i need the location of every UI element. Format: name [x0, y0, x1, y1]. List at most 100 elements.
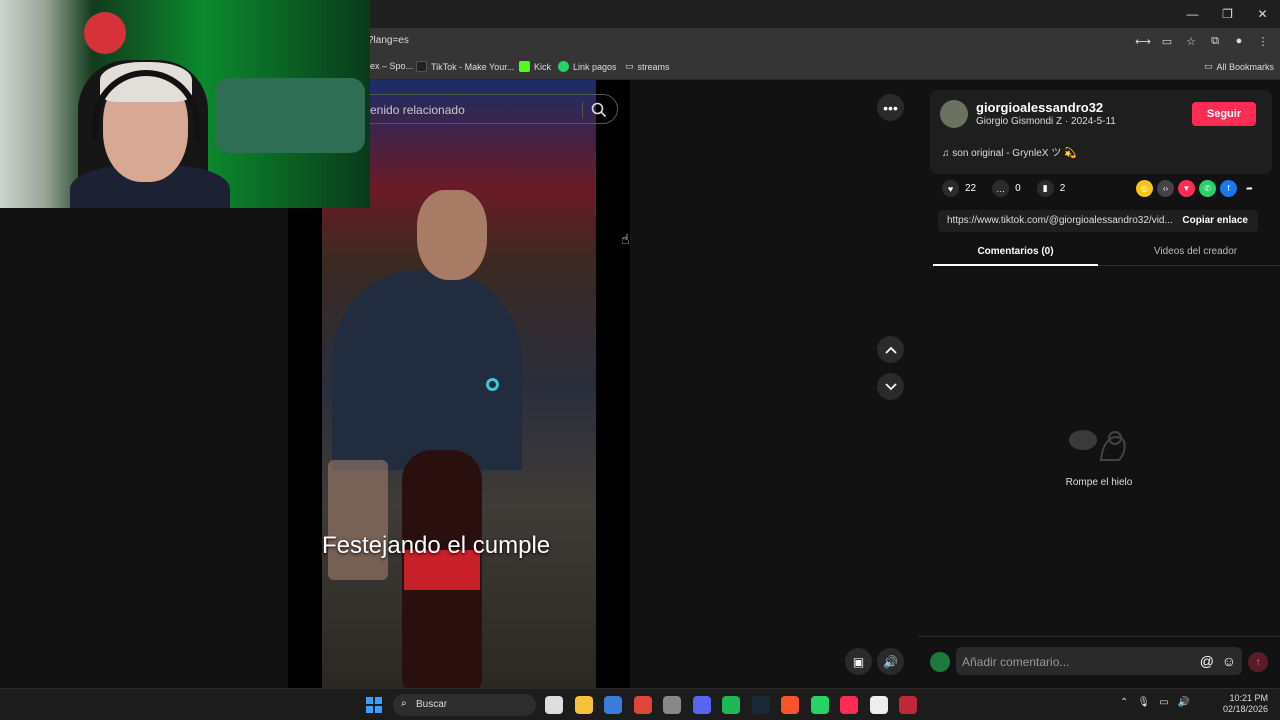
more-options-button[interactable]: •••: [877, 94, 904, 121]
tiktok-icon: [416, 61, 427, 72]
search-placeholder: enido relacionado: [370, 103, 465, 117]
creator-avatar[interactable]: [940, 100, 968, 128]
coin-share-icon[interactable]: ◎: [1136, 180, 1153, 197]
pip-icon: ▣: [852, 654, 865, 669]
creator-subline: Giorgio Gismondi Z · 2024-5-11: [976, 116, 1116, 127]
bookmark-tiktok[interactable]: TikTok - Make Your...: [416, 61, 514, 72]
bookmark-streams[interactable]: ▭ streams: [625, 61, 670, 72]
menu-kebab-icon[interactable]: ⋮: [1254, 32, 1272, 50]
comment-input[interactable]: Añadir comentario... @ ☺: [956, 647, 1242, 675]
bookmark-label: ex – Spo...: [370, 61, 414, 71]
clock[interactable]: 10:21 PM 02/18/2026: [1223, 693, 1268, 715]
music-credit[interactable]: ♫ son original - GrynleX ツ 💫: [942, 144, 1076, 159]
arrow-up-icon: ↑: [1255, 656, 1261, 668]
restore-button[interactable]: ❐: [1210, 0, 1245, 28]
comment-composer: Añadir comentario... @ ☺ ↑: [918, 636, 1280, 688]
bookmark-label: streams: [637, 61, 670, 72]
like-stat[interactable]: ♥ 22: [942, 180, 976, 197]
clock-date: 02/18/2026: [1222, 704, 1268, 714]
search-icon[interactable]: [590, 101, 608, 119]
taskbar-chrome-icon[interactable]: [633, 696, 652, 714]
send-comment-button[interactable]: ↑: [1248, 652, 1268, 672]
tab-creator-videos[interactable]: Videos del creador: [1113, 246, 1278, 257]
close-window-button[interactable]: ✕: [1245, 0, 1280, 28]
bookmark-label: All Bookmarks: [1216, 61, 1275, 72]
video-link[interactable]: https://www.tiktok.com/@giorgioalessandr…: [947, 215, 1175, 226]
taskbar-task-view-icon[interactable]: [545, 696, 563, 714]
chevron-up-icon[interactable]: ⌃: [1120, 697, 1128, 708]
volume-button[interactable]: 🔊: [877, 648, 904, 675]
video-details-panel: giorgioalessandro32 Giorgio Gismondi Z ·…: [918, 80, 1280, 688]
follow-button[interactable]: Seguir: [1192, 102, 1256, 126]
hand-cursor-icon: ☝: [621, 231, 630, 247]
video-link-box: https://www.tiktok.com/@giorgioalessandr…: [938, 210, 1258, 232]
emoji-icon[interactable]: ☺: [1222, 653, 1236, 669]
address-bar-icons: ⟷ ▭ ☆ ⧉ ● ⋮: [1134, 32, 1272, 50]
taskbar-capcut-icon[interactable]: [869, 696, 888, 714]
next-video-button[interactable]: [877, 373, 904, 400]
creator-username[interactable]: giorgioalessandro32: [976, 100, 1103, 115]
windows-logo-tile: [366, 706, 373, 713]
taskbar-brave-icon[interactable]: [781, 696, 799, 714]
send-icon[interactable]: ▼: [1178, 180, 1195, 197]
embed-icon[interactable]: ‹›: [1157, 180, 1174, 197]
bookmark-link-pagos[interactable]: Link pagos: [558, 61, 617, 72]
folder-icon: ▭: [625, 61, 634, 71]
taskbar-store-icon[interactable]: [604, 696, 622, 714]
whatsapp-icon[interactable]: ✆: [1199, 180, 1216, 197]
save-stat[interactable]: ▮ 2: [1036, 180, 1066, 197]
webcam-couch: [215, 78, 365, 153]
cast-icon[interactable]: ▭: [1158, 32, 1176, 50]
engagement-stats: ♥ 22 … 0 ▮ 2: [942, 180, 1065, 197]
taskbar-search[interactable]: ⌕ Buscar: [393, 694, 536, 716]
translate-icon[interactable]: ⟷: [1134, 32, 1152, 50]
tab-comments[interactable]: Comentarios (0): [933, 246, 1098, 257]
comment-stat[interactable]: … 0: [992, 180, 1021, 197]
extensions-icon[interactable]: ⧉: [1206, 32, 1224, 50]
display-icon[interactable]: ▭: [1159, 697, 1168, 708]
all-bookmarks[interactable]: ▭ All Bookmarks: [1204, 61, 1274, 72]
taskbar-whatsapp-icon[interactable]: [810, 696, 829, 714]
taskbar-streamer-app-icon[interactable]: [899, 696, 917, 714]
bookmark-spotify[interactable]: ex – Spo...: [370, 61, 413, 71]
previous-video-button[interactable]: [877, 336, 904, 363]
system-tray: ⌃ 🎙 ▭ 🔊: [1120, 697, 1190, 708]
copy-link-button[interactable]: Copiar enlace: [1182, 215, 1248, 226]
search-input[interactable]: enido relacionado: [355, 94, 618, 124]
video-glass: [328, 460, 388, 580]
picture-in-picture-button[interactable]: ▣: [845, 648, 872, 675]
video-person-body: [332, 270, 522, 470]
taskbar-discord-icon[interactable]: [692, 696, 711, 714]
video-person-head: [417, 190, 487, 280]
video-caption: Festejando el cumple: [322, 532, 551, 559]
speaker-icon[interactable]: 🔊: [1178, 697, 1190, 708]
taskbar-steam-icon[interactable]: [751, 696, 770, 714]
empty-comments-icon: [1069, 430, 1126, 461]
bookmark-label: TikTok - Make Your...: [431, 61, 515, 72]
minimize-button[interactable]: —: [1175, 0, 1210, 28]
creator-card: giorgioalessandro32 Giorgio Gismondi Z ·…: [930, 90, 1272, 174]
empty-comments-text: Rompe el hielo: [1065, 477, 1133, 488]
bookmark-star-icon[interactable]: ☆: [1182, 32, 1200, 50]
like-count: 22: [965, 183, 977, 194]
microphone-icon[interactable]: 🎙: [1137, 697, 1150, 708]
comment-placeholder: Añadir comentario...: [962, 655, 1070, 669]
save-count: 2: [1059, 183, 1066, 194]
kick-icon: [519, 61, 530, 72]
taskbar-spotify-icon[interactable]: [722, 696, 740, 714]
webcam-overlay: [0, 0, 370, 208]
taskbar-obs-icon[interactable]: [663, 696, 681, 714]
facebook-icon[interactable]: f: [1220, 180, 1237, 197]
bookmark-kick[interactable]: Kick: [519, 61, 551, 72]
tab-strip[interactable]: [370, 0, 1140, 28]
start-button[interactable]: [366, 697, 382, 713]
taskbar-file-explorer-icon[interactable]: [574, 696, 593, 714]
url-text[interactable]: ?lang=es: [368, 35, 409, 46]
user-avatar: [930, 652, 950, 672]
taskbar-tiktok-icon[interactable]: [840, 696, 858, 714]
profile-avatar-icon[interactable]: ●: [1230, 32, 1248, 50]
share-arrow-icon[interactable]: ➦: [1241, 180, 1258, 197]
windows-logo-tile: [375, 706, 382, 713]
panel-tabs: Comentarios (0) Videos del creador: [933, 240, 1280, 266]
mention-icon[interactable]: @: [1200, 653, 1214, 669]
